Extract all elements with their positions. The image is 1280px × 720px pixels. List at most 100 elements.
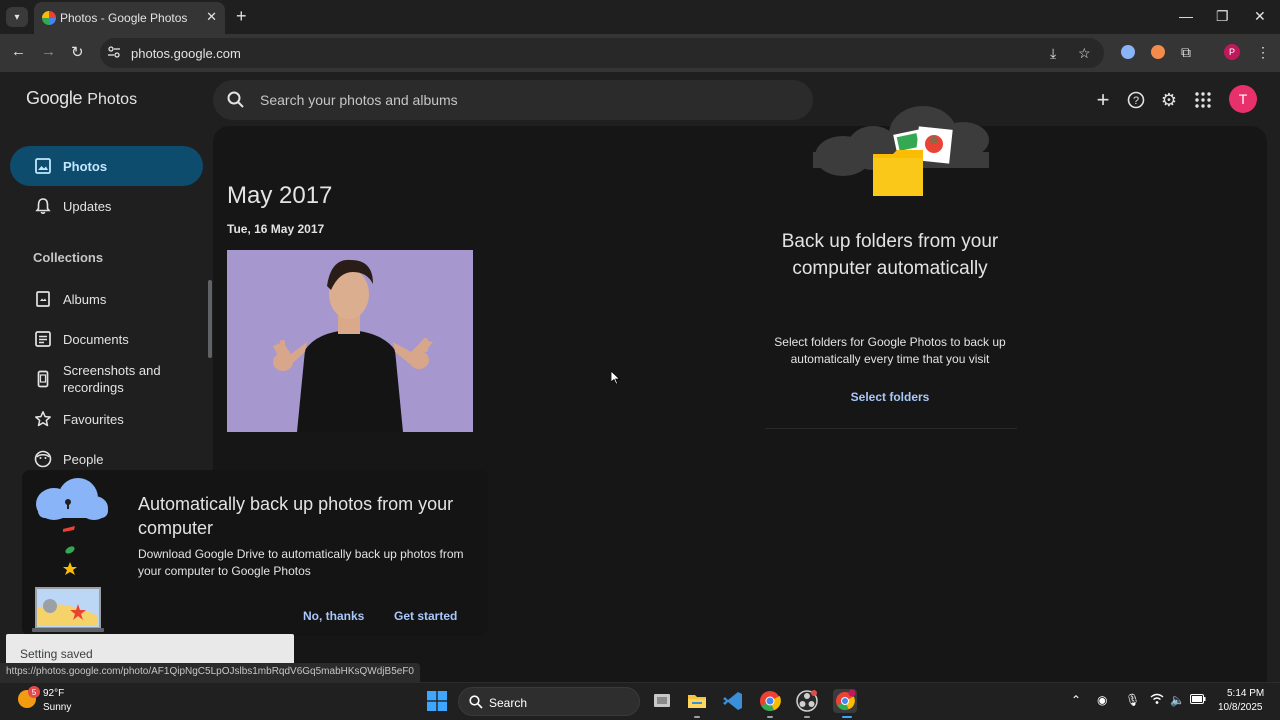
- running-indicator: [804, 716, 810, 718]
- active-indicator: [842, 716, 852, 718]
- photo-icon: [35, 158, 51, 174]
- clock-time[interactable]: 5:14 PM: [1227, 688, 1264, 699]
- sidebar-item-albums[interactable]: Albums: [10, 279, 203, 319]
- cloud-folder-illustration: [813, 106, 989, 196]
- promo-description: Download Google Drive to automatically b…: [138, 547, 464, 578]
- sidebar-item-photos[interactable]: Photos: [10, 146, 203, 186]
- drive-backup-promo: Automatically back up photos from your c…: [22, 470, 488, 636]
- backup-card-description: Select folders for Google Photos to back…: [774, 335, 1006, 366]
- account-avatar[interactable]: T: [1229, 85, 1257, 113]
- sidebar-item-label: People: [63, 451, 104, 467]
- link-status-bar: https://photos.google.com/photo/AF1QipNg…: [0, 663, 420, 682]
- chrome-icon[interactable]: [759, 690, 781, 712]
- photo-person-thumbs-up: [227, 250, 473, 432]
- star-icon: [35, 411, 51, 427]
- face-icon: [34, 450, 52, 468]
- logo-photos-text: Photos: [87, 91, 138, 108]
- extension-blue-icon[interactable]: [1121, 45, 1135, 59]
- tray-overflow-icon[interactable]: ⌃: [1071, 693, 1081, 707]
- sidebar-item-favourites[interactable]: Favourites: [10, 399, 203, 439]
- no-thanks-button[interactable]: No, thanks: [303, 609, 364, 623]
- bell-icon: [35, 198, 51, 214]
- create-plus-icon[interactable]: +: [1092, 87, 1114, 112]
- browser-tab-bar: ▾ Photos - Google Photos ✕ + — ❐ ✕: [0, 0, 1280, 34]
- collections-header: Collections: [33, 250, 104, 265]
- running-indicator: [767, 716, 773, 718]
- extensions-puzzle-icon[interactable]: ⧉: [1181, 44, 1191, 61]
- sidebar-item-label: Albums: [63, 291, 107, 307]
- taskbar-search[interactable]: Search: [458, 687, 640, 716]
- tray-app-icon[interactable]: ◉: [1097, 693, 1107, 707]
- sidebar-item-updates[interactable]: Updates: [10, 186, 203, 226]
- weather-badge: 5: [28, 686, 40, 698]
- windows-taskbar: 5 92°F Sunny Search ⌃ ◉ 🎙 🔈 5:14 PM 10/8…: [0, 682, 1280, 720]
- minimize-icon[interactable]: —: [1179, 8, 1193, 24]
- reload-icon[interactable]: ↻: [71, 43, 84, 61]
- help-icon[interactable]: ?: [1125, 89, 1147, 111]
- search-icon: [469, 695, 483, 709]
- svg-text:?: ?: [1133, 95, 1139, 107]
- sidebar-item-label: Photos: [63, 158, 108, 174]
- back-icon[interactable]: ←: [11, 43, 26, 60]
- month-heading: May 2017: [227, 182, 333, 209]
- phone-icon: [37, 370, 49, 388]
- volume-icon[interactable]: 🔈: [1170, 693, 1185, 707]
- tab-search-button[interactable]: ▾: [6, 7, 28, 27]
- new-tab-icon[interactable]: +: [236, 6, 247, 27]
- taskbar-search-label: Search: [489, 696, 528, 710]
- sidebar-item-documents[interactable]: Documents: [10, 319, 203, 359]
- google-photos-favicon-icon: [42, 11, 56, 25]
- apps-grid-icon[interactable]: [1192, 89, 1214, 111]
- bookmark-star-icon[interactable]: ☆: [1078, 45, 1091, 62]
- settings-gear-icon[interactable]: ⚙: [1158, 89, 1180, 111]
- tab-title: Photos - Google Photos: [60, 11, 188, 25]
- search-icon: [227, 91, 244, 108]
- search-bar[interactable]: Search your photos and albums: [213, 80, 813, 120]
- day-heading[interactable]: Tue, 16 May 2017: [227, 222, 324, 236]
- backup-folders-card: Back up folders from your computer autom…: [765, 94, 1015, 424]
- document-icon: [35, 331, 51, 347]
- get-started-button[interactable]: Get started: [394, 609, 457, 623]
- sidebar-item-screenshots[interactable]: Screenshots and recordings: [10, 359, 203, 399]
- maximize-icon[interactable]: ❐: [1216, 8, 1229, 25]
- vscode-icon[interactable]: [722, 690, 744, 712]
- microphone-icon[interactable]: 🎙: [1125, 693, 1140, 707]
- window-close-icon[interactable]: ✕: [1254, 8, 1266, 25]
- running-indicator: [694, 716, 700, 718]
- browser-toolbar: ← → ↻ photos.google.com ⤓ ☆ ⧉ P ⋮: [0, 34, 1280, 72]
- google-photos-page: Google Photos Search your photos and alb…: [0, 72, 1280, 682]
- sidebar-item-label: Screenshots and recordings: [63, 363, 161, 395]
- file-explorer-icon[interactable]: [686, 690, 708, 712]
- obs-icon[interactable]: [796, 690, 818, 712]
- tab-photos[interactable]: Photos - Google Photos ✕: [34, 2, 225, 34]
- battery-icon[interactable]: [1190, 693, 1206, 707]
- windows-start-icon[interactable]: [427, 691, 447, 711]
- sidebar-item-label: Updates: [63, 198, 112, 214]
- backup-card-title: Back up folders from your computer autom…: [781, 231, 999, 279]
- weather-condition[interactable]: Sunny: [43, 702, 71, 713]
- task-view-icon[interactable]: [651, 690, 673, 712]
- extension-flame-icon[interactable]: [1151, 45, 1165, 59]
- chrome-profile-icon[interactable]: [833, 689, 857, 713]
- weather-temperature[interactable]: 92°F: [43, 688, 64, 699]
- google-photos-logo[interactable]: Google Photos: [26, 88, 137, 109]
- sidebar-scrollbar[interactable]: [208, 280, 212, 358]
- clock-date[interactable]: 10/8/2025: [1218, 702, 1263, 713]
- sidebar-item-label: Documents: [63, 331, 129, 347]
- select-folders-button[interactable]: Select folders: [765, 390, 1015, 404]
- browser-menu-icon[interactable]: ⋮: [1256, 44, 1270, 61]
- toast-message: Setting saved: [20, 647, 93, 661]
- promo-title: Automatically back up photos from your c…: [138, 494, 454, 538]
- wifi-icon[interactable]: [1150, 693, 1164, 708]
- tab-close-icon[interactable]: ✕: [206, 9, 217, 25]
- mouse-cursor-icon: [611, 371, 621, 385]
- album-icon: [36, 291, 50, 307]
- address-bar[interactable]: photos.google.com ⤓ ☆: [100, 38, 1104, 68]
- photo-thumbnail[interactable]: [227, 250, 473, 432]
- profile-icon[interactable]: P: [1224, 44, 1240, 60]
- forward-icon[interactable]: →: [41, 43, 56, 60]
- site-info-icon[interactable]: [108, 46, 120, 58]
- card-divider: [765, 428, 1017, 429]
- install-app-icon[interactable]: ⤓: [1050, 45, 1056, 62]
- logo-google-text: Google: [26, 88, 83, 108]
